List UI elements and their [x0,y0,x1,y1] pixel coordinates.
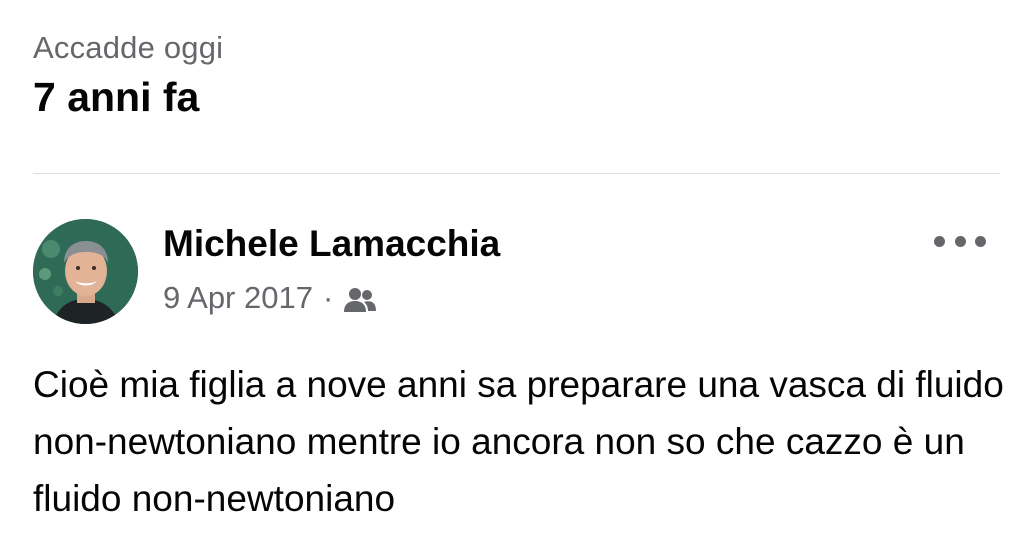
more-dot [954,235,966,247]
divider [33,173,1000,174]
memory-title: 7 anni fa [33,74,200,120]
friends-icon[interactable] [343,284,377,312]
more-options-icon[interactable] [934,226,986,256]
author-name[interactable]: Michele Lamacchia [163,222,500,266]
avatar[interactable] [33,219,138,324]
more-dot [975,235,986,247]
post-text: Cioè mia figlia a nove anni sa preparare… [33,364,1004,519]
meta-separator: · [322,280,334,315]
post-meta: 9 Apr 2017 · [163,278,377,318]
memory-header: Accadde oggi 7 anni fa [33,28,223,122]
more-dot [934,235,945,247]
memory-label: Accadde oggi [33,30,224,65]
avatar-image [33,219,138,324]
post-date[interactable]: 9 Apr 2017 [163,278,313,318]
